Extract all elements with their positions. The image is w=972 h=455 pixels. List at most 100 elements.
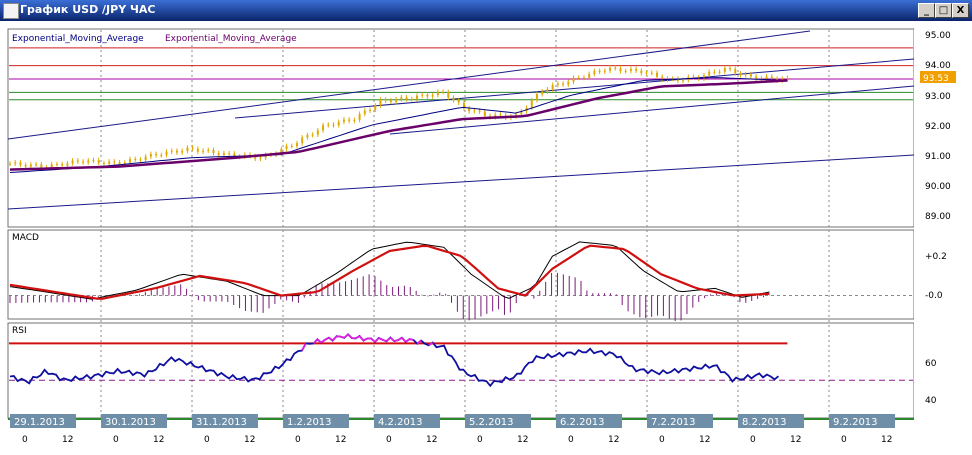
candle-body (770, 76, 773, 79)
candle-body (603, 70, 606, 72)
candle-body (650, 72, 653, 74)
candle-body (379, 99, 382, 106)
candle-body (228, 153, 231, 155)
candle-body (61, 164, 64, 166)
price-tick: 95.00 (925, 31, 951, 41)
candle-body (421, 94, 424, 96)
minimize-button[interactable]: _ (918, 3, 935, 18)
candle-body (541, 91, 544, 95)
candle-body (765, 76, 768, 79)
candle-body (160, 155, 163, 157)
candle-body (624, 70, 627, 72)
candle-body (708, 71, 711, 76)
macd-panel (7, 229, 915, 320)
candle-body (682, 80, 685, 82)
close-button[interactable]: X (952, 3, 969, 18)
hour-label: 12 (244, 435, 255, 445)
candle-body (572, 77, 575, 82)
hour-label: 0 (477, 435, 483, 445)
candle-body (729, 68, 732, 70)
candle-body (342, 119, 345, 122)
candle-body (196, 148, 199, 152)
candle-body (134, 159, 137, 161)
candle-body (640, 70, 643, 74)
hour-label: 12 (153, 435, 164, 445)
candle-body (535, 94, 538, 101)
date-label: 4.2.2013 (378, 417, 423, 428)
candle-body (50, 164, 53, 168)
price-tick: 94.00 (925, 61, 951, 71)
window-title: График USD /JPY ЧАС (20, 3, 156, 16)
candle-body (593, 70, 596, 74)
candle-body (562, 83, 565, 85)
candle-body (212, 149, 215, 154)
candle-body (556, 83, 559, 85)
candle-body (431, 95, 434, 97)
price-tick: 91.00 (925, 152, 951, 162)
candle-body (259, 157, 262, 159)
price-panel (7, 28, 915, 228)
candle-body (191, 147, 194, 149)
hour-label: 0 (568, 435, 574, 445)
hour-label: 12 (335, 435, 346, 445)
candle-body (400, 97, 403, 100)
candle-body (149, 153, 152, 157)
candle-body (395, 99, 398, 102)
candle-body (35, 164, 38, 166)
candle-body (457, 100, 460, 103)
candle-body (415, 95, 418, 100)
candle-body (19, 162, 22, 165)
candle-body (337, 121, 340, 126)
candle-body (108, 161, 111, 164)
hour-label: 12 (790, 435, 801, 445)
candle-body (301, 137, 304, 144)
candle-body (92, 160, 95, 162)
candle-body (40, 164, 43, 168)
price-tick: 92.00 (925, 122, 951, 132)
date-label: 29.1.2013 (14, 417, 65, 428)
date-label: 1.2.2013 (287, 417, 332, 428)
candle-body (389, 100, 392, 102)
hour-label: 0 (204, 435, 210, 445)
candle-body (447, 92, 450, 98)
candle-body (567, 81, 570, 85)
candle-body (692, 76, 695, 78)
legend-ema-1: Exponential_Moving_Average (12, 34, 144, 44)
candle-body (582, 77, 585, 79)
date-label: 30.1.2013 (105, 417, 156, 428)
candle-body (473, 110, 476, 112)
candle-body (175, 150, 178, 153)
candle-body (186, 147, 189, 151)
title-bar: График USD /JPY ЧАС _ □ X (0, 0, 972, 21)
hour-label: 0 (659, 435, 665, 445)
candle-body (734, 69, 737, 74)
candle-body (718, 71, 721, 73)
last-price-value: 93.53 (923, 74, 949, 84)
candle-body (24, 164, 27, 167)
hour-label: 0 (750, 435, 756, 445)
candle-body (661, 76, 664, 80)
candle-body (87, 160, 90, 163)
candle-body (295, 143, 298, 147)
candle-body (546, 89, 549, 92)
candle-body (369, 109, 372, 111)
candle-body (327, 124, 330, 126)
candle-body (222, 153, 225, 155)
candle-body (483, 111, 486, 116)
candle-body (139, 159, 142, 161)
candle-body (76, 160, 79, 162)
maximize-button[interactable]: □ (935, 3, 952, 18)
candle-body (786, 77, 789, 79)
candle-body (353, 119, 356, 121)
hour-label: 0 (113, 435, 119, 445)
candle-body (97, 160, 100, 164)
candle-body (530, 100, 533, 108)
candle-body (478, 110, 481, 112)
candle-body (410, 99, 413, 101)
date-label: 8.2.2013 (742, 417, 787, 428)
date-label: 31.1.2013 (196, 417, 247, 428)
rsi-tick: 40 (925, 396, 937, 406)
candle-body (614, 67, 617, 69)
chart-area[interactable]: Exponential_Moving_Average Exponential_M… (0, 21, 972, 455)
candle-body (66, 163, 69, 166)
